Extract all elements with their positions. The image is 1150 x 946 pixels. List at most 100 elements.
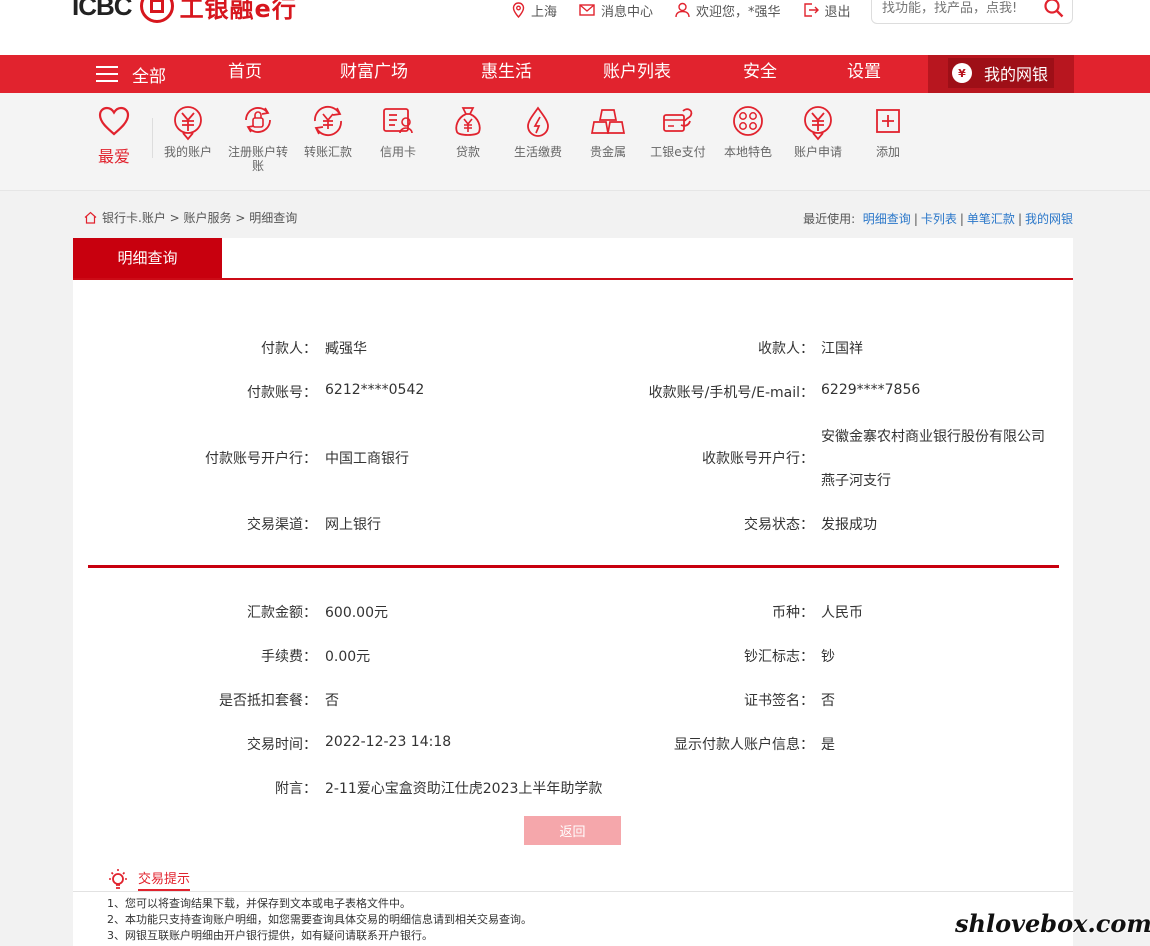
time-value: 2022-12-23 14:18	[325, 734, 452, 750]
detail-panel: 明细查询 付款人： 臧强华 收款人： 江国祥 付款账号： 6212****054…	[73, 238, 1073, 946]
mail-icon	[579, 4, 595, 16]
all-menu-button[interactable]: 全部	[96, 55, 166, 93]
detail-row: 手续费： 0.00元 钞汇标志： 钞	[73, 646, 1073, 668]
status-label: 交易状态：	[744, 517, 814, 533]
show-payer-label: 显示付款人账户信息：	[674, 737, 814, 753]
detail-row: 汇款金额： 600.00元 币种： 人民币	[73, 602, 1073, 624]
quick-label: 生活缴费	[513, 145, 562, 159]
tips-header: 交易提示	[106, 867, 191, 891]
account-apply-icon	[804, 106, 832, 141]
quick-epay[interactable]: 工银e支付	[643, 105, 713, 159]
time-label: 交易时间：	[247, 737, 317, 753]
quick-label: 信用卡	[379, 145, 416, 159]
icbc-logo[interactable]: ICBC 工银融e行	[72, 0, 297, 24]
payer-account-label: 付款账号：	[247, 385, 317, 401]
logout-text: 退出	[824, 4, 851, 20]
transfer-lock-icon	[245, 107, 271, 133]
quick-label: 添加	[875, 145, 900, 159]
favorites-label: 最爱	[97, 147, 130, 166]
cert-value: 否	[821, 693, 835, 709]
breadcrumb: 银行卡.账户 > 账户服务 > 明细查询	[84, 209, 297, 226]
currency-label: 币种：	[772, 605, 814, 621]
top-header: ICBC 工银融e行 上海 消息中心 欢迎您，*强华 退出	[0, 0, 1150, 55]
cash-flag-label: 钞汇标志：	[744, 649, 814, 665]
lightbulb-icon	[109, 869, 127, 889]
section-divider	[88, 565, 1059, 568]
breadcrumb-separator: >	[231, 210, 250, 225]
note-value: 2-11爱心宝盒资助江仕虎2023上半年助学款	[325, 781, 603, 797]
location-link[interactable]: 上海	[512, 1, 557, 20]
payee-bank-label: 收款账号开户行：	[702, 451, 814, 467]
detail-row: 交易渠道： 网上银行 交易状态： 发报成功	[73, 514, 1073, 536]
search-icon[interactable]	[1044, 0, 1064, 18]
breadcrumb-item-card-account[interactable]: 银行卡.账户	[102, 209, 166, 226]
payer-label: 付款人：	[261, 341, 317, 357]
nav-home[interactable]: 首页	[228, 55, 262, 93]
quick-label: 转账汇款	[303, 145, 352, 159]
tips-title: 交易提示	[138, 868, 191, 891]
heart-icon	[98, 106, 130, 136]
package-label: 是否抵扣套餐：	[219, 693, 317, 709]
all-menu-label: 全部	[132, 66, 166, 87]
channel-value: 网上银行	[325, 517, 381, 533]
amount-label: 汇款金额：	[247, 605, 317, 621]
money-bag-icon: ¥	[952, 63, 972, 83]
quick-label: 贵金属	[589, 145, 626, 159]
nav-settings[interactable]: 设置	[847, 55, 881, 93]
quick-my-account[interactable]: 我的账户	[153, 105, 223, 159]
detail-row: 交易时间： 2022-12-23 14:18 显示付款人账户信息： 是	[73, 734, 1073, 756]
message-center-text: 消息中心	[601, 4, 654, 20]
recent-link-single-remit[interactable]: 单笔汇款	[967, 212, 1015, 226]
nav-wealth[interactable]: 财富广场	[340, 55, 408, 93]
tip-item: 2、本功能只支持查询账户明细，如您需要查询具体交易的明细信息请到相关交易查询。	[107, 913, 532, 926]
breadcrumb-item-account-service[interactable]: 账户服务	[184, 209, 232, 226]
detail-row: 附言： 2-11爱心宝盒资助江仕虎2023上半年助学款	[73, 778, 1073, 800]
tab-detail-query[interactable]: 明细查询	[73, 238, 222, 278]
my-bank-button[interactable]: ¥ 我的网银	[928, 55, 1074, 93]
payee-account-label: 收款账号/手机号/E-mail：	[648, 385, 814, 401]
local-icon	[733, 106, 763, 136]
quick-loan[interactable]: 贷款	[433, 105, 503, 159]
quick-add[interactable]: 添加	[853, 105, 923, 159]
package-value: 否	[325, 693, 339, 709]
recently-used: 最近使用: 明细查询 | 卡列表 | 单笔汇款 | 我的网银	[803, 212, 1073, 226]
tab-underline	[73, 278, 1073, 280]
logout-link[interactable]: 退出	[803, 1, 851, 20]
quick-register-transfer[interactable]: 注册账户转账	[223, 105, 293, 173]
back-button[interactable]: 返回	[524, 816, 621, 845]
favorites[interactable]: 最爱	[94, 105, 134, 167]
payer-bank-value: 中国工商银行	[325, 451, 409, 467]
quick-transfer-remit[interactable]: 转账汇款	[293, 105, 363, 159]
logo-text: ICBC	[72, 0, 133, 21]
recent-link-card-list[interactable]: 卡列表	[921, 212, 957, 226]
nav-security[interactable]: 安全	[743, 55, 777, 93]
logout-icon	[803, 3, 819, 17]
message-center-link[interactable]: 消息中心	[579, 1, 653, 20]
quick-account-apply[interactable]: 账户申请	[783, 105, 853, 159]
icbc-seal-icon	[139, 0, 174, 23]
payer-account-value: 6212****0542	[325, 382, 425, 398]
nav-account-list[interactable]: 账户列表	[603, 55, 671, 93]
payee-bank-value-line1: 安徽金寨农村商业银行股份有限公司	[821, 429, 1045, 445]
quick-label: 我的账户	[163, 145, 212, 159]
home-icon[interactable]	[84, 211, 97, 224]
search-input[interactable]	[882, 0, 1042, 16]
breadcrumb-item-detail-query: 明细查询	[249, 211, 298, 225]
quick-precious-metal[interactable]: 贵金属	[573, 105, 643, 159]
recent-link-my-bank[interactable]: 我的网银	[1025, 212, 1073, 226]
quick-local-feature[interactable]: 本地特色	[713, 105, 783, 159]
utility-icon	[527, 106, 549, 137]
tip-item: 3、网银互联账户明细由开户银行提供，如有疑问请联系开户银行。	[107, 929, 433, 942]
my-bank-label: 我的网银	[984, 65, 1049, 84]
quick-shortcut-bar: 最爱 我的账户 注册账户转账 转账汇款 信用卡 贷款 生活缴费 贵金属 工银e支…	[0, 93, 1150, 191]
quick-utility[interactable]: 生活缴费	[503, 105, 573, 159]
nav-life[interactable]: 惠生活	[481, 55, 532, 93]
quick-credit-card[interactable]: 信用卡	[363, 105, 433, 159]
recent-link-detail-query[interactable]: 明细查询	[863, 212, 911, 226]
payee-bank-value-line2: 燕子河支行	[821, 473, 891, 489]
detail-row: 付款人： 臧强华 收款人： 江国祥	[73, 338, 1073, 360]
brand-text: 工银融e行	[179, 0, 297, 23]
user-welcome[interactable]: 欢迎您，*强华	[675, 1, 781, 20]
loan-bag-icon	[455, 107, 481, 136]
detail-row: 付款账号： 6212****0542 收款账号/手机号/E-mail： 6229…	[73, 382, 1073, 404]
